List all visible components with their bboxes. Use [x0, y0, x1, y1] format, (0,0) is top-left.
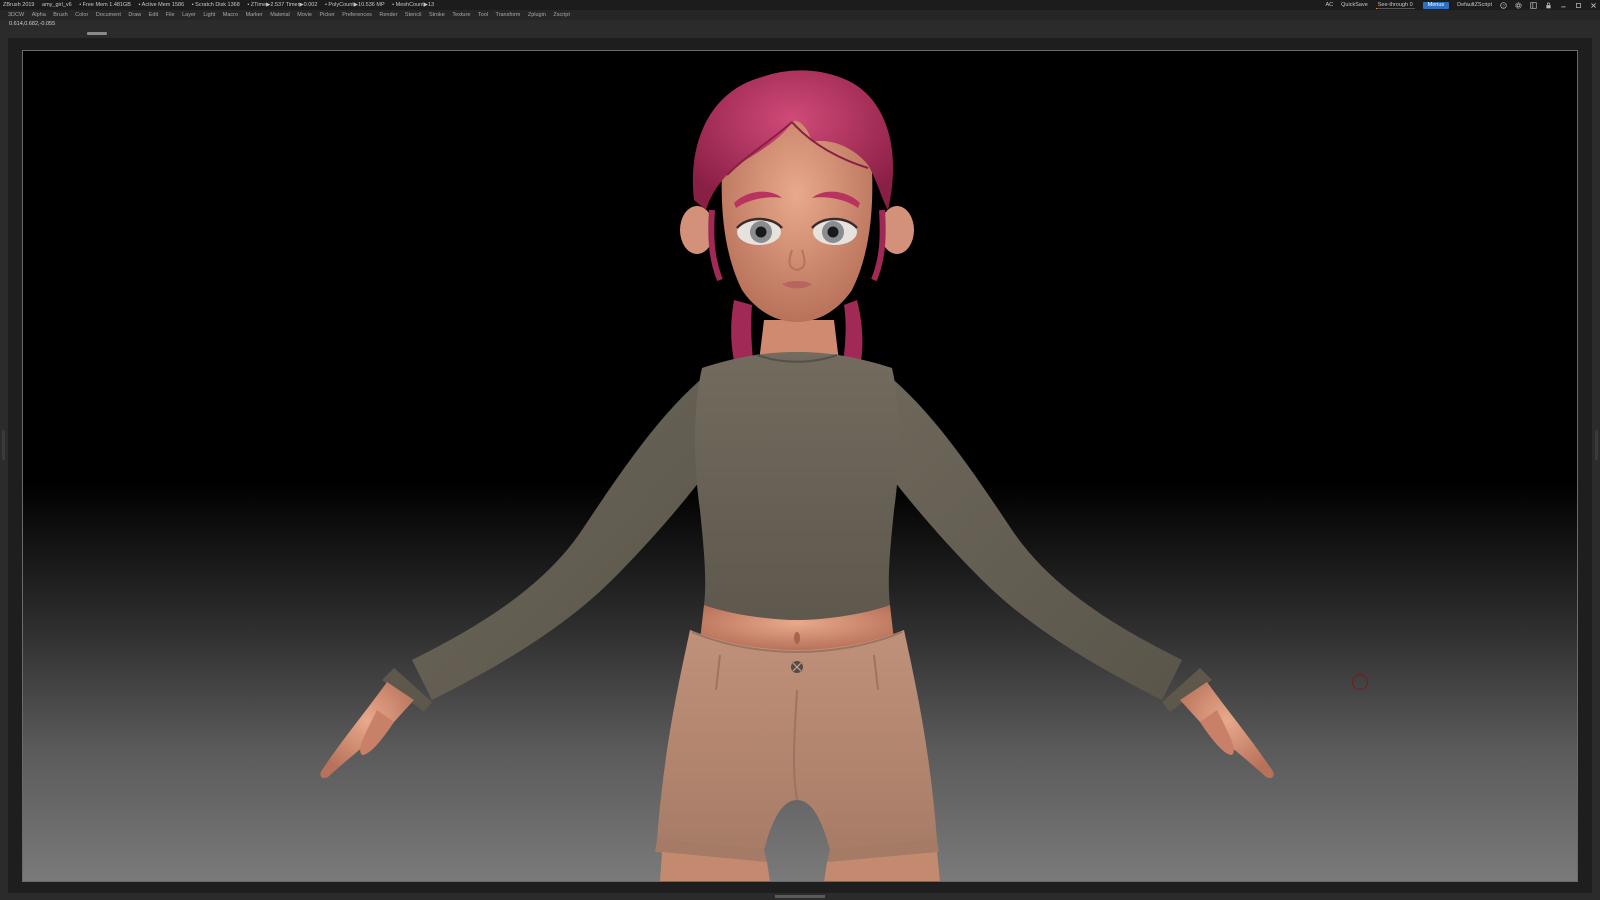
menu-edit[interactable]: Edit [149, 10, 158, 20]
menu-picker[interactable]: Picker [319, 10, 334, 20]
quicksave-button[interactable]: QuickSave [1341, 0, 1368, 10]
see-through-track [1375, 8, 1415, 9]
settings-icon[interactable] [1515, 1, 1522, 9]
ztime: • ZTime▶2.537 Timer▶0.002 [247, 2, 318, 8]
document-canvas[interactable] [22, 50, 1578, 882]
menu-transform[interactable]: Transform [495, 10, 520, 20]
menu-draw[interactable]: Draw [128, 10, 141, 20]
scratch-disk: • Scratch Disk 1368 [191, 2, 240, 8]
menu-tool[interactable]: Tool [478, 10, 488, 20]
right-tray-handle[interactable] [1595, 430, 1598, 460]
menu-render[interactable]: Render [379, 10, 397, 20]
menu-stroke[interactable]: Stroke [429, 10, 445, 20]
left-arm [320, 370, 727, 779]
menus-button[interactable]: Menus [1422, 1, 1450, 9]
menu-alpha[interactable]: Alpha [32, 10, 46, 20]
menu-zplugin[interactable]: Zplugin [528, 10, 546, 20]
menu-zscript[interactable]: Zscript [553, 10, 570, 20]
free-mem: • Free Mem 1.481GB [79, 2, 131, 8]
see-through-slider[interactable]: See-through 0 [1375, 0, 1415, 10]
bottom-tray-handle[interactable] [775, 895, 825, 898]
menu-layer[interactable]: Layer [182, 10, 196, 20]
help-icon[interactable]: ? [1500, 1, 1507, 9]
menu-stencil[interactable]: Stencil [405, 10, 422, 20]
menu-texture[interactable]: Texture [452, 10, 470, 20]
active-mem: • Active Mem 1586 [138, 2, 185, 8]
title-bar: ZBrush 2019 amy_girl_v6 • Free Mem 1.481… [0, 0, 1600, 10]
title-status: ZBrush 2019 amy_girl_v6 • Free Mem 1.481… [3, 0, 440, 10]
menu-color[interactable]: Color [75, 10, 88, 20]
file-name: amy_girl_v6 [42, 2, 72, 8]
polycount: • PolyCount▶10.536 MP [324, 2, 385, 8]
see-through-fill [1375, 8, 1377, 9]
brush-cursor [1352, 674, 1368, 690]
title-controls: AC QuickSave See-through 0 Menus Default… [1326, 0, 1597, 10]
app-title: ZBrush 2019 [3, 2, 35, 8]
menu-macro[interactable]: Macro [223, 10, 238, 20]
menu-3dcw[interactable]: 3DCW [8, 10, 24, 20]
shorts [655, 630, 939, 862]
close-icon[interactable] [1590, 2, 1597, 9]
character-model [320, 70, 1274, 882]
menu-material[interactable]: Material [270, 10, 290, 20]
legs [660, 852, 940, 882]
menu-bar: 3DCW Alpha Brush Color Document Draw Edit File L… [0, 10, 1600, 20]
right-arm [867, 370, 1274, 779]
lock-icon[interactable] [1545, 2, 1552, 9]
shirt [695, 352, 899, 620]
menu-movie[interactable]: Movie [297, 10, 312, 20]
svg-text:?: ? [1502, 3, 1505, 8]
coordinate-readout: 0.614,0.682,-0.055 [9, 21, 56, 27]
menu-brush[interactable]: Brush [53, 10, 67, 20]
meshcount: • MeshCount▶13 [392, 2, 435, 8]
info-row: 0.614,0.682,-0.055 [0, 20, 1600, 38]
tray-handle[interactable] [87, 32, 107, 35]
maximize-icon[interactable] [1575, 2, 1582, 9]
menu-marker[interactable]: Marker [246, 10, 263, 20]
ac-button[interactable]: AC [1326, 0, 1334, 10]
layout-icon[interactable] [1530, 1, 1537, 9]
menu-light[interactable]: Light [203, 10, 215, 20]
script-button[interactable]: DefaultZScript [1457, 0, 1492, 10]
left-tray-handle[interactable] [2, 430, 5, 460]
menu-file[interactable]: File [166, 10, 175, 20]
menu-items: 3DCW Alpha Brush Color Document Draw Edit File L… [8, 10, 577, 20]
menu-document[interactable]: Document [96, 10, 121, 20]
menu-preferences[interactable]: Preferences [342, 10, 372, 20]
minimize-icon[interactable] [1560, 2, 1567, 9]
